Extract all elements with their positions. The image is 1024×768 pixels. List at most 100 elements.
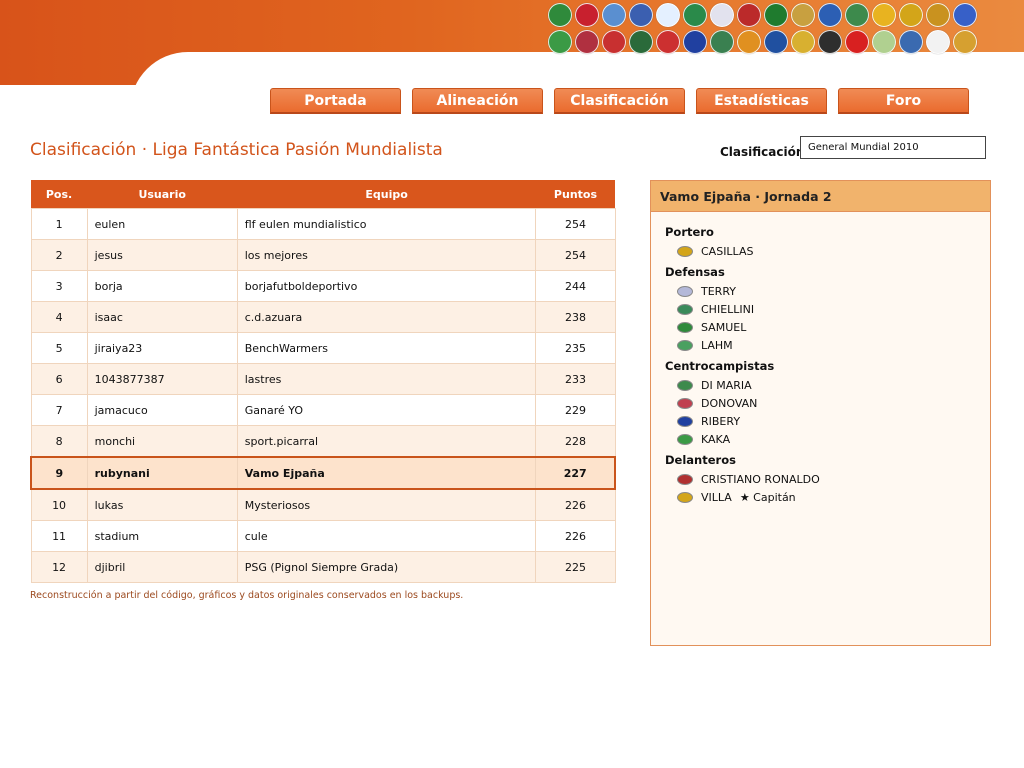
lineup-panel-title: Vamo Ejpaña · Jornada 2: [651, 181, 990, 212]
cell-position: 3: [30, 270, 88, 302]
table-row[interactable]: 10 lukas Mysteriosos 226: [30, 488, 616, 521]
ranking-table: Pos. Usuario Equipo Puntos 1 eulen flf eul…: [29, 180, 617, 583]
table-row[interactable]: 4 isaac c.d.azuara 238: [30, 301, 616, 333]
table-row[interactable]: 6 1043877387 lastres 233: [30, 363, 616, 395]
usa-icon[interactable]: [575, 29, 599, 54]
paraguay-icon[interactable]: [791, 2, 815, 27]
captain-badge: ★ Capitán: [739, 490, 796, 504]
greece-icon[interactable]: [629, 2, 653, 27]
slovenia-icon[interactable]: [656, 2, 680, 27]
lineup-player[interactable]: DI MARIA: [665, 376, 976, 394]
classification-label: Clasificación:: [720, 145, 810, 159]
england-icon[interactable]: [710, 2, 734, 27]
player-name: CHIELLINI: [701, 302, 755, 316]
switzerland-icon[interactable]: [845, 29, 869, 54]
portugal-icon[interactable]: [926, 2, 950, 27]
cell-position: 12: [30, 551, 88, 583]
nav-alineacion[interactable]: Alineación: [412, 88, 543, 114]
south-africa-icon[interactable]: [872, 2, 896, 27]
germany-icon[interactable]: [548, 2, 572, 27]
table-row[interactable]: 2 jesus los mejores 254: [30, 239, 616, 271]
header-points: Puntos: [535, 180, 615, 209]
table-row-current-user[interactable]: 9 rubynani Vamo Ejpaña 227: [29, 456, 617, 490]
table-row[interactable]: 11 stadium cule 226: [30, 520, 616, 552]
team-badge-icon: [677, 339, 693, 351]
japan-icon[interactable]: [791, 29, 815, 54]
nav-portada[interactable]: Portada: [270, 88, 401, 114]
table-row[interactable]: 5 jiraiya23 BenchWarmers 235: [30, 332, 616, 364]
ghana-icon[interactable]: [764, 29, 788, 54]
lineup-player[interactable]: CRISTIANO RONALDO: [665, 470, 976, 488]
player-name: TERRY: [701, 284, 736, 298]
player-name: LAHM: [701, 338, 733, 352]
classification-select[interactable]: General Mundial 2010: [800, 136, 986, 159]
algeria-icon[interactable]: [683, 2, 707, 27]
lineup-player[interactable]: CHIELLINI: [665, 300, 976, 318]
cameroon-icon[interactable]: [656, 29, 680, 54]
cell-team: cule: [236, 520, 537, 552]
cell-team: Mysteriosos: [236, 488, 537, 521]
nav-foro[interactable]: Foro: [838, 88, 969, 114]
lineup-panel: Vamo Ejpaña · Jornada 2 Portero CASILLAS D…: [650, 180, 991, 646]
cell-points: 228: [535, 425, 616, 458]
cell-user: stadium: [86, 520, 238, 552]
chile-icon[interactable]: [872, 29, 896, 54]
argentina-icon[interactable]: [602, 2, 626, 27]
player-name: DONOVAN: [701, 396, 758, 410]
cell-position: 7: [30, 394, 88, 426]
player-name: KAKA: [701, 432, 731, 446]
team-badges-row-1: [548, 2, 988, 27]
table-row[interactable]: 8 monchi sport.picarral 228: [30, 425, 616, 458]
lineup-player[interactable]: LAHM: [665, 336, 976, 354]
team-badges: [548, 2, 988, 54]
table-row[interactable]: 3 borja borjafutboldeportivo 244: [30, 270, 616, 302]
team-badge-icon: [677, 303, 693, 315]
mexico-icon[interactable]: [602, 29, 626, 54]
korea-icon[interactable]: [737, 2, 761, 27]
ivory-coast-icon[interactable]: [737, 29, 761, 54]
france-icon[interactable]: [683, 29, 707, 54]
lineup-player[interactable]: VILLA ★ Capitán: [665, 488, 976, 506]
table-row[interactable]: 12 djibril PSG (Pignol Siempre Grada) 225: [30, 551, 616, 583]
netherlands-icon[interactable]: [953, 29, 977, 54]
mexico-icon[interactable]: [845, 2, 869, 27]
honduras-icon[interactable]: [710, 29, 734, 54]
lineup-player[interactable]: RIBERY: [665, 412, 976, 430]
player-name: SAMUEL: [701, 320, 747, 334]
spain-icon[interactable]: [899, 2, 923, 27]
lineup-player[interactable]: TERRY: [665, 282, 976, 300]
lineup-player[interactable]: SAMUEL: [665, 318, 976, 336]
serbia-icon[interactable]: [629, 29, 653, 54]
cell-points: 254: [535, 239, 616, 271]
team-badge-icon: [677, 491, 693, 503]
nav-estadisticas[interactable]: Estadísticas: [696, 88, 827, 114]
uruguay-icon[interactable]: [926, 29, 950, 54]
cell-team: PSG (Pignol Siempre Grada): [236, 551, 537, 583]
team-badges-row-2: [548, 29, 988, 54]
new-zealand-icon[interactable]: [818, 29, 842, 54]
player-name: CRISTIANO RONALDO: [701, 472, 820, 486]
cell-user: isaac: [86, 301, 238, 333]
cell-team: c.d.azuara: [236, 301, 537, 333]
lineup-player[interactable]: CASILLAS: [665, 242, 976, 260]
lineup-panel-body: Portero CASILLAS Defensas TERRY CHIELLINI SAM…: [651, 212, 990, 514]
cell-user: 1043877387: [86, 363, 238, 395]
team-badge-icon: [677, 321, 693, 333]
cell-team: Vamo Ejpaña: [236, 456, 537, 490]
lineup-player[interactable]: DONOVAN: [665, 394, 976, 412]
cell-team: Ganaré YO: [236, 394, 537, 426]
lineup-player[interactable]: KAKA: [665, 430, 976, 448]
page-title: Clasificación · Liga Fantástica Pasión M…: [30, 140, 443, 160]
cell-position: 11: [30, 520, 88, 552]
table-row[interactable]: 1 eulen flf eulen mundialistico 254: [30, 208, 616, 240]
north-korea-icon[interactable]: [899, 29, 923, 54]
denmark-icon[interactable]: [575, 2, 599, 27]
italy-icon[interactable]: [818, 2, 842, 27]
table-row[interactable]: 7 jamacuco Ganaré YO 229: [30, 394, 616, 426]
brazil-icon[interactable]: [548, 29, 572, 54]
cell-points: 238: [535, 301, 616, 333]
nigeria-icon[interactable]: [764, 2, 788, 27]
nav-clasificacion[interactable]: Clasificación: [554, 88, 685, 114]
cell-position: 6: [30, 363, 88, 395]
slovakia-icon[interactable]: [953, 2, 977, 27]
